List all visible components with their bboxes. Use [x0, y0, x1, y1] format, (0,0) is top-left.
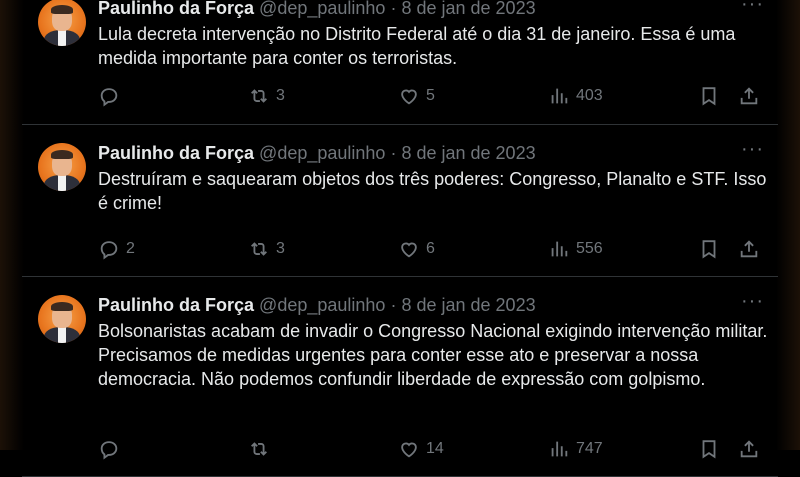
like-button[interactable]: 14: [398, 438, 444, 460]
separator-dot: ·: [390, 295, 396, 315]
reply-button[interactable]: [98, 438, 126, 460]
reply-button[interactable]: 2: [98, 238, 135, 260]
tweet-date[interactable]: 8 de jan de 2023: [401, 0, 535, 18]
tweet-actions: 3 5 403: [98, 84, 764, 108]
tweet-text: Bolsonaristas acabam de invadir o Congre…: [98, 319, 768, 391]
retweet-button[interactable]: [248, 438, 276, 460]
author-handle[interactable]: @dep_paulinho: [259, 0, 385, 18]
tweet-feed: Paulinho da Força @dep_paulinho · 8 de j…: [22, 0, 778, 477]
more-options-icon[interactable]: ···: [741, 0, 764, 14]
tweet-actions: 14 747: [98, 437, 764, 461]
reply-icon: [98, 85, 120, 107]
bookmark-button[interactable]: [698, 85, 720, 107]
tweet-header: Paulinho da Força @dep_paulinho · 8 de j…: [98, 0, 536, 20]
tweet[interactable]: Paulinho da Força @dep_paulinho · 8 de j…: [22, 125, 778, 277]
share-button[interactable]: [738, 238, 760, 260]
left-edge-glow: [0, 0, 24, 450]
bookmark-icon: [698, 85, 720, 107]
separator-dot: ·: [390, 143, 396, 163]
bookmark-button[interactable]: [698, 238, 720, 260]
like-icon: [398, 438, 420, 460]
tweet-header: Paulinho da Força @dep_paulinho · 8 de j…: [98, 141, 536, 165]
author-name[interactable]: Paulinho da Força: [98, 0, 254, 18]
tweet[interactable]: Paulinho da Força @dep_paulinho · 8 de j…: [22, 277, 778, 477]
share-icon: [738, 85, 760, 107]
tweet-header: Paulinho da Força @dep_paulinho · 8 de j…: [98, 293, 536, 317]
views-button[interactable]: 747: [548, 438, 603, 460]
views-icon: [548, 438, 570, 460]
retweet-count: 3: [276, 87, 285, 105]
retweet-icon: [248, 85, 270, 107]
like-icon: [398, 85, 420, 107]
like-icon: [398, 238, 420, 260]
like-button[interactable]: 5: [398, 85, 435, 107]
retweet-button[interactable]: 3: [248, 238, 285, 260]
reply-icon: [98, 238, 120, 260]
view-count: 556: [576, 240, 603, 258]
right-edge-glow: [776, 0, 800, 450]
bookmark-button[interactable]: [698, 438, 720, 460]
reply-button[interactable]: [98, 85, 126, 107]
view-count: 747: [576, 440, 603, 458]
reply-count: 2: [126, 240, 135, 258]
views-button[interactable]: 403: [548, 85, 603, 107]
reply-icon: [98, 438, 120, 460]
avatar[interactable]: [38, 0, 86, 46]
like-count: 6: [426, 240, 435, 258]
separator-dot: ·: [390, 0, 396, 18]
more-options-icon[interactable]: ···: [741, 291, 764, 311]
tweet-date[interactable]: 8 de jan de 2023: [401, 143, 535, 163]
like-count: 5: [426, 87, 435, 105]
tweet-date[interactable]: 8 de jan de 2023: [401, 295, 535, 315]
share-icon: [738, 238, 760, 260]
share-icon: [738, 438, 760, 460]
author-name[interactable]: Paulinho da Força: [98, 295, 254, 315]
bookmark-icon: [698, 438, 720, 460]
author-handle[interactable]: @dep_paulinho: [259, 143, 385, 163]
retweet-icon: [248, 238, 270, 260]
views-icon: [548, 85, 570, 107]
avatar[interactable]: [38, 295, 86, 343]
tweet-text: Lula decreta intervenção no Distrito Fed…: [98, 22, 768, 70]
like-count: 14: [426, 440, 444, 458]
retweet-icon: [248, 438, 270, 460]
tweet-actions: 2 3 6 556: [98, 237, 764, 261]
tweet[interactable]: Paulinho da Força @dep_paulinho · 8 de j…: [22, 0, 778, 125]
views-icon: [548, 238, 570, 260]
view-count: 403: [576, 87, 603, 105]
share-button[interactable]: [738, 85, 760, 107]
bookmark-icon: [698, 238, 720, 260]
avatar[interactable]: [38, 143, 86, 191]
views-button[interactable]: 556: [548, 238, 603, 260]
like-button[interactable]: 6: [398, 238, 435, 260]
tweet-text: Destruíram e saquearam objetos dos três …: [98, 167, 768, 215]
author-handle[interactable]: @dep_paulinho: [259, 295, 385, 315]
share-button[interactable]: [738, 438, 760, 460]
retweet-button[interactable]: 3: [248, 85, 285, 107]
retweet-count: 3: [276, 240, 285, 258]
more-options-icon[interactable]: ···: [741, 139, 764, 159]
author-name[interactable]: Paulinho da Força: [98, 143, 254, 163]
